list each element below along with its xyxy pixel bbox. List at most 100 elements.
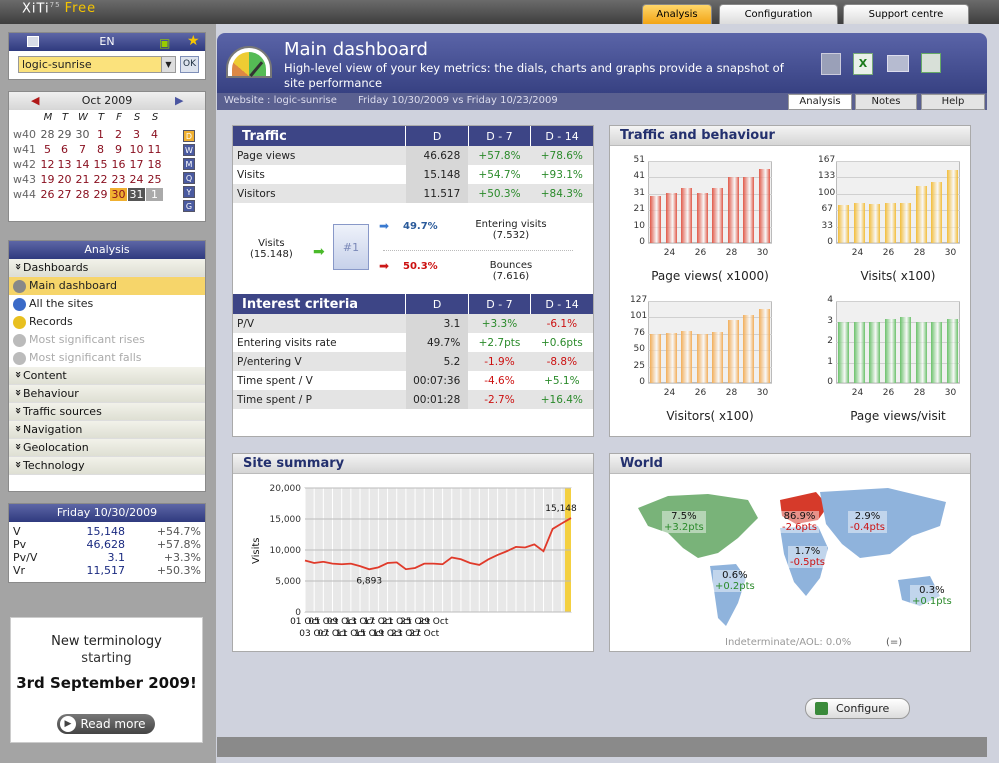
calendar-day[interactable]: 26 — [39, 188, 56, 201]
bar[interactable] — [650, 333, 662, 383]
period-button-m[interactable]: M — [183, 158, 195, 170]
bar[interactable] — [665, 332, 677, 383]
calendar-day[interactable]: 30 — [110, 188, 127, 201]
next-month-icon[interactable]: ▶ — [175, 92, 183, 109]
bar[interactable] — [696, 333, 708, 383]
bar[interactable] — [743, 177, 755, 243]
tab-support-centre[interactable]: Support centre — [843, 4, 969, 24]
bar[interactable] — [712, 331, 724, 383]
week-number[interactable]: w40 — [13, 128, 36, 141]
bar[interactable] — [900, 203, 912, 243]
calendar-day[interactable]: 19 — [39, 173, 56, 186]
mini-chart[interactable]: 4 3 2 1 0 24 26 28 30 Page views/visit — [818, 295, 968, 431]
calendar-day[interactable]: 15 — [92, 158, 109, 171]
calendar-day[interactable]: 25 — [146, 173, 163, 186]
bar[interactable] — [696, 193, 708, 243]
column-header[interactable]: D - 7 — [467, 294, 531, 314]
nav-item-all-the-sites[interactable]: All the sites — [9, 295, 205, 313]
calendar-day[interactable]: 1 — [92, 128, 109, 141]
bar[interactable] — [946, 319, 958, 383]
calendar-day[interactable]: 11 — [146, 143, 163, 156]
calendar-day[interactable]: 13 — [56, 158, 73, 171]
region-stat[interactable]: 2.9% -0.4pts — [848, 511, 887, 533]
calendar-day[interactable]: 23 — [110, 173, 127, 186]
column-header[interactable]: D — [405, 126, 469, 146]
bar[interactable] — [838, 204, 850, 243]
bar[interactable] — [884, 319, 896, 383]
region-stat[interactable]: 1.7% -0.5pts — [788, 546, 827, 568]
nav-item-traffic-sources[interactable]: »Traffic sources — [9, 403, 205, 421]
email-icon[interactable] — [887, 55, 909, 72]
calendar-day[interactable]: 29 — [56, 128, 73, 141]
bar[interactable] — [743, 314, 755, 383]
bar[interactable] — [727, 177, 739, 243]
table-row[interactable]: P/entering V 5.2 -1.9% -8.8% — [233, 352, 593, 371]
calendar-day[interactable]: 10 — [128, 143, 145, 156]
calendar-day[interactable]: 29 — [92, 188, 109, 201]
period-button-w[interactable]: W — [183, 144, 195, 156]
calendar-day[interactable]: 30 — [74, 128, 91, 141]
calendar-day[interactable]: 18 — [146, 158, 163, 171]
prev-month-icon[interactable]: ◀ — [31, 92, 39, 109]
region-stat[interactable]: 7.5% +3.2pts — [662, 511, 706, 533]
tab-help[interactable]: Help — [921, 94, 985, 110]
calendar-day[interactable]: 31 — [128, 188, 145, 201]
calendar-day[interactable]: 20 — [56, 173, 73, 186]
bar[interactable] — [727, 319, 739, 383]
language-label[interactable]: EN — [99, 35, 114, 48]
region-stat[interactable]: 0.6% +0.2pts — [713, 570, 757, 592]
column-header[interactable]: D - 14 — [530, 126, 593, 146]
ok-button[interactable]: OK — [180, 56, 199, 73]
read-more-button[interactable]: ▶ Read more — [57, 714, 155, 734]
calendar-day[interactable]: 2 — [110, 128, 127, 141]
calendar-day[interactable]: 17 — [128, 158, 145, 171]
mini-chart[interactable]: 51 41 31 21 10 0 24 26 28 30 Page views( x1000) — [630, 155, 780, 291]
bar[interactable] — [869, 203, 881, 243]
tab-configuration[interactable]: Configuration — [719, 4, 838, 24]
period-button-q[interactable]: Q — [183, 172, 195, 184]
print-icon[interactable] — [921, 53, 941, 73]
bar[interactable] — [900, 317, 912, 383]
calendar-day[interactable]: 3 — [128, 128, 145, 141]
bar[interactable] — [853, 203, 865, 243]
calendar-day[interactable]: 14 — [74, 158, 91, 171]
mini-chart[interactable]: 167 133 100 67 33 0 24 26 28 30 Visits( x100) — [818, 155, 968, 291]
calendar-day[interactable]: 1 — [146, 188, 163, 201]
table-row[interactable]: Visitors 11.517 +50.3% +84.3% — [233, 184, 593, 203]
week-number[interactable]: w41 — [13, 143, 36, 156]
bar[interactable] — [650, 196, 662, 243]
period-button-g[interactable]: G — [183, 200, 195, 212]
star-icon[interactable]: ★ — [187, 33, 200, 50]
chevron-down-icon[interactable]: ▼ — [161, 57, 175, 72]
calendar-day[interactable]: 9 — [110, 143, 127, 156]
bar[interactable] — [838, 321, 850, 383]
calendar-day[interactable]: 28 — [74, 188, 91, 201]
nav-item-technology[interactable]: »Technology — [9, 457, 205, 475]
bar[interactable] — [681, 331, 693, 383]
bar[interactable] — [869, 321, 881, 383]
site-select[interactable]: logic-sunrise ▼ — [18, 56, 176, 73]
table-row[interactable]: Time spent / V 00:07:36 -4.6% +5.1% — [233, 371, 593, 390]
window-icon[interactable] — [27, 36, 39, 47]
calendar-day[interactable]: 12 — [39, 158, 56, 171]
line-chart-svg[interactable]: 20,00015,00010,0005,00006,89315,148Visit… — [233, 474, 593, 652]
mini-chart[interactable]: 127 101 76 50 25 0 24 26 28 30 Visitors( x100) — [630, 295, 780, 431]
bar[interactable] — [931, 182, 943, 243]
tab-notes[interactable]: Notes — [855, 94, 917, 110]
calendar-day[interactable]: 21 — [74, 173, 91, 186]
column-header[interactable]: D — [405, 294, 469, 314]
bar[interactable] — [681, 188, 693, 243]
promo-panel[interactable]: New terminology starting 3rd September 2… — [10, 617, 203, 743]
bar[interactable] — [758, 169, 770, 243]
calendar-day[interactable]: 8 — [92, 143, 109, 156]
nav-item-geolocation[interactable]: »Geolocation — [9, 439, 205, 457]
week-number[interactable]: w44 — [13, 188, 36, 201]
nav-item-content[interactable]: »Content — [9, 367, 205, 385]
nav-item-dashboards[interactable]: »Dashboards — [9, 259, 205, 277]
table-row[interactable]: Entering visits rate 49.7% +2.7pts +0.6pts — [233, 333, 593, 352]
bar[interactable] — [665, 193, 677, 243]
region-stat[interactable]: 86.9% -2.6pts — [780, 511, 819, 533]
add-favorite-icon[interactable]: ▣ — [159, 35, 170, 52]
xiti-logo[interactable]: XiTi75 Free — [22, 1, 96, 16]
region-stat[interactable]: 0.3% +0.1pts — [910, 585, 954, 607]
